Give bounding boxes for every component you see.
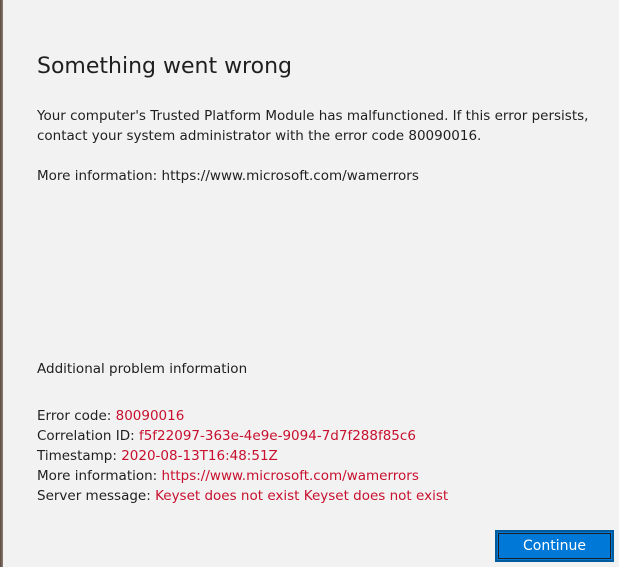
- correlation-id-label: Correlation ID:: [37, 428, 139, 444]
- continue-button[interactable]: Continue: [495, 530, 614, 562]
- error-message: Your computer's Trusted Platform Module …: [37, 108, 589, 144]
- more-info-value: https://www.microsoft.com/wamerrors: [161, 468, 419, 484]
- error-details: Error code: 80090016 Correlation ID: f5f…: [37, 406, 448, 506]
- timestamp-label: Timestamp:: [37, 448, 122, 464]
- server-message-label: Server message:: [37, 488, 156, 504]
- error-dialog: Something went wrong Your computer's Tru…: [0, 0, 619, 567]
- error-code-row: Error code: 80090016: [37, 406, 448, 426]
- server-message-value: Keyset does not exist Keyset does not ex…: [155, 488, 449, 504]
- correlation-id-row: Correlation ID: f5f22097-363e-4e9e-9094-…: [37, 426, 448, 446]
- error-code-label: Error code:: [37, 408, 116, 424]
- additional-info-heading: Additional problem information: [37, 361, 248, 377]
- more-info-label: More information:: [37, 468, 162, 484]
- more-info-row: More information: https://www.microsoft.…: [37, 466, 448, 486]
- correlation-id-value: f5f22097-363e-4e9e-9094-7d7f288f85c6: [138, 428, 416, 444]
- timestamp-row: Timestamp: 2020-08-13T16:48:51Z: [37, 446, 448, 466]
- window-left-edge: [0, 0, 3, 567]
- page-title: Something went wrong: [37, 54, 292, 79]
- server-message-row: Server message: Keyset does not exist Ke…: [37, 486, 448, 506]
- timestamp-value: 2020-08-13T16:48:51Z: [121, 448, 278, 464]
- error-code-value: 80090016: [115, 408, 185, 424]
- more-information-text: More information: https://www.microsoft.…: [37, 168, 419, 184]
